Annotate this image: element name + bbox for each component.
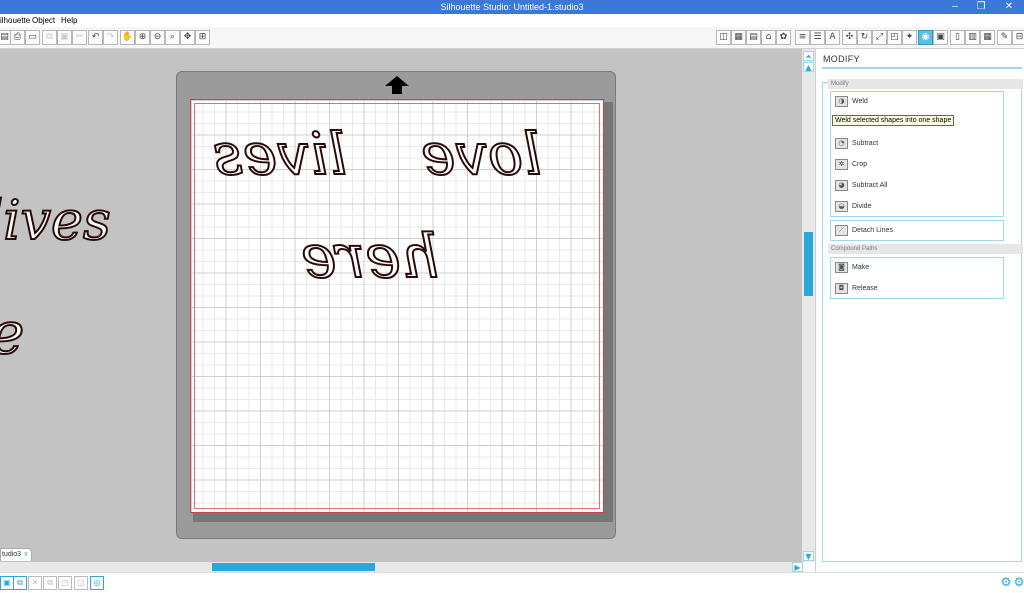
paste-icon[interactable]: ▣ <box>57 30 72 45</box>
point-icon[interactable]: ✦ <box>902 30 917 45</box>
subtract-icon: ◔ <box>835 137 848 149</box>
subtract-all-button[interactable]: ◕ Subtract All <box>835 178 887 194</box>
mirrored-text-here[interactable]: here <box>300 221 440 293</box>
zoom-select-icon[interactable]: ⌕ <box>165 30 180 45</box>
text-icon[interactable]: A <box>825 30 840 45</box>
cut-icon[interactable]: ✂ <box>72 30 87 45</box>
store-icon[interactable]: ✿ <box>776 30 791 45</box>
fill-icon[interactable]: ▣ <box>933 30 948 45</box>
scroll-up-icon[interactable]: ▲ <box>803 62 814 72</box>
weld-button[interactable]: ◑ Weld <box>835 94 868 110</box>
make-compound-button[interactable]: ◙ Make <box>835 260 869 276</box>
copy-icon[interactable]: ⧉ <box>42 30 57 45</box>
offmat-text-e[interactable]: e <box>0 298 25 368</box>
send-back-icon[interactable]: ◲ <box>74 576 88 590</box>
panel-divider <box>822 67 1022 69</box>
close-button[interactable]: ✕ <box>996 0 1022 14</box>
section-header-modify: Modify <box>828 79 1023 89</box>
horizontal-scrollbar[interactable]: ▶ <box>0 562 803 572</box>
compound-group: ◙ Make ◘ Release <box>830 257 1004 299</box>
settings-icon[interactable]: ⚙ <box>999 575 1013 589</box>
select-all-icon[interactable]: ▯ <box>950 30 965 45</box>
cutting-mat: love lives here <box>176 71 616 539</box>
grid-icon[interactable]: ▦ <box>731 30 746 45</box>
replicate-icon[interactable]: ☰ <box>810 30 825 45</box>
scroll-top-icon[interactable]: ⏶ <box>803 51 814 61</box>
zoom-fit-icon[interactable]: ⊞ <box>195 30 210 45</box>
detach-lines-button[interactable]: ⟋ Detach Lines <box>835 223 893 239</box>
subtract-all-icon: ◕ <box>835 179 848 191</box>
feed-direction-arrow-icon <box>385 76 409 94</box>
close-tab-icon[interactable]: x <box>24 551 28 558</box>
divide-button[interactable]: ◒ Divide <box>835 199 871 215</box>
menu-bar: ilhouette Object Help <box>0 14 1024 27</box>
horizontal-scroll-thumb[interactable] <box>212 563 375 571</box>
offmat-text-lives[interactable]: lives <box>0 188 112 253</box>
offset-icon[interactable]: ◰ <box>887 30 902 45</box>
vertical-scrollbar[interactable]: ⏶ ▲ ▼ <box>802 49 815 562</box>
paint-icon[interactable]: ⊟ <box>1012 30 1024 45</box>
print-setup-icon[interactable]: ▭ <box>25 30 40 45</box>
redo-icon[interactable]: ↷ <box>103 30 118 45</box>
zoom-pan-icon[interactable]: ✥ <box>180 30 195 45</box>
scale-icon[interactable]: ⤢ <box>872 30 887 45</box>
trace-icon[interactable]: ▤ <box>746 30 761 45</box>
weld-tooltip: Weld selected shapes into one shape <box>832 115 955 126</box>
detach-group: ⟋ Detach Lines <box>830 220 1004 241</box>
mirrored-text-love[interactable]: love <box>420 119 543 189</box>
menu-item-help[interactable]: Help <box>61 14 77 27</box>
modify-panel: MODIFY Modify ◑ Weld ◔ Subtract ✲ Crop ◕ Sub… <box>815 49 1024 572</box>
window-title: Silhouette Studio: Untitled-1.studio3 <box>440 2 584 12</box>
release-compound-button[interactable]: ◘ Release <box>835 281 878 297</box>
undo-icon[interactable]: ↶ <box>88 30 103 45</box>
transform-icon[interactable]: ✣ <box>842 30 857 45</box>
mirrored-text-lives[interactable]: lives <box>212 119 348 189</box>
document-tab[interactable]: tudio3 x <box>0 548 32 561</box>
print-icon[interactable]: ⎙ <box>10 30 25 45</box>
panel-title: MODIFY <box>823 54 860 64</box>
vertical-scroll-thumb[interactable] <box>804 232 813 296</box>
make-compound-icon: ◙ <box>835 261 848 273</box>
detach-lines-icon: ⟋ <box>835 224 848 236</box>
status-bar: ▣ ⧉ ✕ ⧉ ◳ ◲ ◎ <box>0 572 1024 593</box>
release-compound-icon: ◘ <box>835 282 848 294</box>
minimize-button[interactable]: – <box>942 0 968 14</box>
compound-icon[interactable]: ◎ <box>90 576 104 590</box>
zoom-in-icon[interactable]: ⊕ <box>135 30 150 45</box>
dimensions-icon[interactable]: ▦ <box>980 30 995 45</box>
duplicate-icon[interactable]: ⧉ <box>43 576 57 590</box>
gear-icon[interactable]: ⚙ <box>1012 575 1024 589</box>
bring-front-icon[interactable]: ◳ <box>58 576 72 590</box>
zoom-out-icon[interactable]: ⊖ <box>150 30 165 45</box>
menu-item-silhouette[interactable]: ilhouette <box>0 14 30 27</box>
modify-group: ◑ Weld ◔ Subtract ✲ Crop ◕ Subtract All ◒ Div… <box>830 91 1004 217</box>
canvas-workspace[interactable]: lives e love lives here <box>0 49 802 562</box>
library-icon[interactable]: ⌂ <box>761 30 776 45</box>
scroll-right-icon[interactable]: ▶ <box>792 562 803 572</box>
toolbar: ▤ ⎙ ▭ ⧉ ▣ ✂ ↶ ↷ ✋ ⊕ ⊖ ⌕ ✥ ⊞ ◫ ▦ ▤ ⌂ ✿ ≡ … <box>0 27 1024 49</box>
subtract-button[interactable]: ◔ Subtract <box>835 136 878 152</box>
maximize-button[interactable]: ❐ <box>968 0 994 14</box>
page-setup-icon[interactable]: ◫ <box>716 30 731 45</box>
menu-item-object[interactable]: Object <box>32 14 55 27</box>
rotate-icon[interactable]: ↻ <box>857 30 872 45</box>
ungroup-icon[interactable]: ⧉ <box>13 576 27 590</box>
title-bar: Silhouette Studio: Untitled-1.studio3 <box>0 0 1024 14</box>
mat-grid[interactable]: love lives here <box>190 99 604 513</box>
scroll-down-icon[interactable]: ▼ <box>803 551 814 561</box>
pan-icon[interactable]: ✋ <box>120 30 135 45</box>
modify-icon[interactable]: ◉ <box>918 30 933 45</box>
align-icon[interactable]: ≡ <box>795 30 810 45</box>
knife-icon[interactable]: ▥ <box>965 30 980 45</box>
divide-icon: ◒ <box>835 200 848 212</box>
delete-icon[interactable]: ✕ <box>28 576 42 590</box>
crop-button[interactable]: ✲ Crop <box>835 157 867 173</box>
eraser-icon[interactable]: ✎ <box>997 30 1012 45</box>
group-icon[interactable]: ▣ <box>0 576 14 590</box>
weld-icon: ◑ <box>835 95 848 107</box>
crop-icon: ✲ <box>835 158 848 170</box>
section-header-compound: Compound Paths <box>828 244 1023 254</box>
